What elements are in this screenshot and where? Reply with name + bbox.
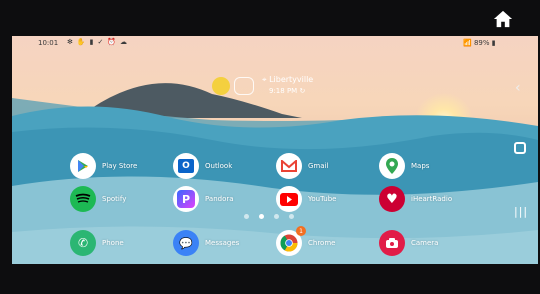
phone-icon: ✆	[70, 230, 96, 256]
play-store-icon	[70, 153, 96, 179]
page-dot[interactable]	[274, 214, 279, 219]
check-icon: ✓	[97, 38, 104, 46]
gmail-icon	[276, 153, 302, 179]
page-dot[interactable]	[244, 214, 249, 219]
pandora-icon: P	[173, 186, 199, 212]
app-label: Pandora	[205, 195, 234, 203]
status-bar: 10:01 ✻ ✋ ▮ ✓ ⏰ ☁ 📶 89% ▮	[12, 36, 538, 50]
weather-sun-icon	[212, 77, 230, 95]
weather-updated: 9:18 PM ↻	[269, 87, 306, 95]
app-youtube[interactable]: YouTube	[276, 186, 336, 212]
app-label: Messages	[205, 239, 240, 247]
app-play-store[interactable]: Play Store	[70, 153, 137, 179]
app-label: Camera	[411, 239, 439, 247]
outlook-icon: O	[173, 153, 199, 179]
cloud-icon: ☁	[120, 38, 128, 46]
status-time: 10:01	[38, 39, 59, 47]
weather-cloud-icon	[234, 77, 254, 95]
page-indicator[interactable]	[244, 214, 294, 219]
maps-icon	[379, 153, 405, 179]
camera-icon	[379, 230, 405, 256]
app-spotify[interactable]: Spotify	[70, 186, 126, 212]
device-bottom-bezel	[0, 264, 540, 294]
dock-phone[interactable]: ✆ Phone	[70, 230, 124, 256]
app-label: Outlook	[205, 162, 233, 170]
app-outlook[interactable]: O Outlook	[173, 153, 232, 179]
battery-level: 📶 89% ▮	[463, 39, 496, 47]
app-pandora[interactable]: P Pandora	[173, 186, 234, 212]
hand-icon: ✋	[76, 38, 86, 46]
app-label: Play Store	[102, 162, 138, 170]
app-label: Spotify	[102, 195, 127, 203]
app-label: YouTube	[308, 195, 337, 203]
app-gmail[interactable]: Gmail	[276, 153, 328, 179]
app-iheartradio[interactable]: ♥ iHeartRadio	[379, 186, 452, 212]
page-dot-current[interactable]	[259, 214, 264, 219]
app-label: Gmail	[308, 162, 329, 170]
dock-camera[interactable]: Camera	[379, 230, 438, 256]
spotify-icon	[70, 186, 96, 212]
alarm-icon: ⏰	[107, 38, 117, 46]
dock-messages[interactable]: 💬 Messages	[173, 230, 239, 256]
recent-apps-button[interactable]: |||	[514, 205, 528, 218]
page-dot[interactable]	[289, 214, 294, 219]
youtube-icon	[276, 186, 302, 212]
app-label: Phone	[102, 239, 124, 247]
notification-badge: 1	[296, 226, 306, 236]
nav-home-button[interactable]	[514, 142, 526, 154]
weather-widget[interactable]: ⌖ Libertyville 9:18 PM ↻	[212, 75, 362, 105]
weather-location: ⌖ Libertyville	[262, 75, 314, 84]
back-arrow-icon[interactable]: ‹	[515, 80, 521, 96]
chrome-icon: 1	[276, 226, 306, 256]
sim-icon: ▮	[89, 38, 94, 46]
status-notification-icons: ✻ ✋ ▮ ✓ ⏰ ☁	[67, 38, 127, 46]
app-label: Chrome	[308, 239, 336, 247]
app-maps[interactable]: Maps	[379, 153, 429, 179]
messages-icon: 💬	[173, 230, 199, 256]
app-label: Maps	[411, 162, 430, 170]
iheartradio-icon: ♥	[379, 186, 405, 212]
dock-chrome[interactable]: 1 Chrome	[276, 226, 336, 256]
app-label: iHeartRadio	[411, 195, 453, 203]
settings-icon: ✻	[67, 38, 73, 46]
home-icon[interactable]	[492, 9, 514, 29]
